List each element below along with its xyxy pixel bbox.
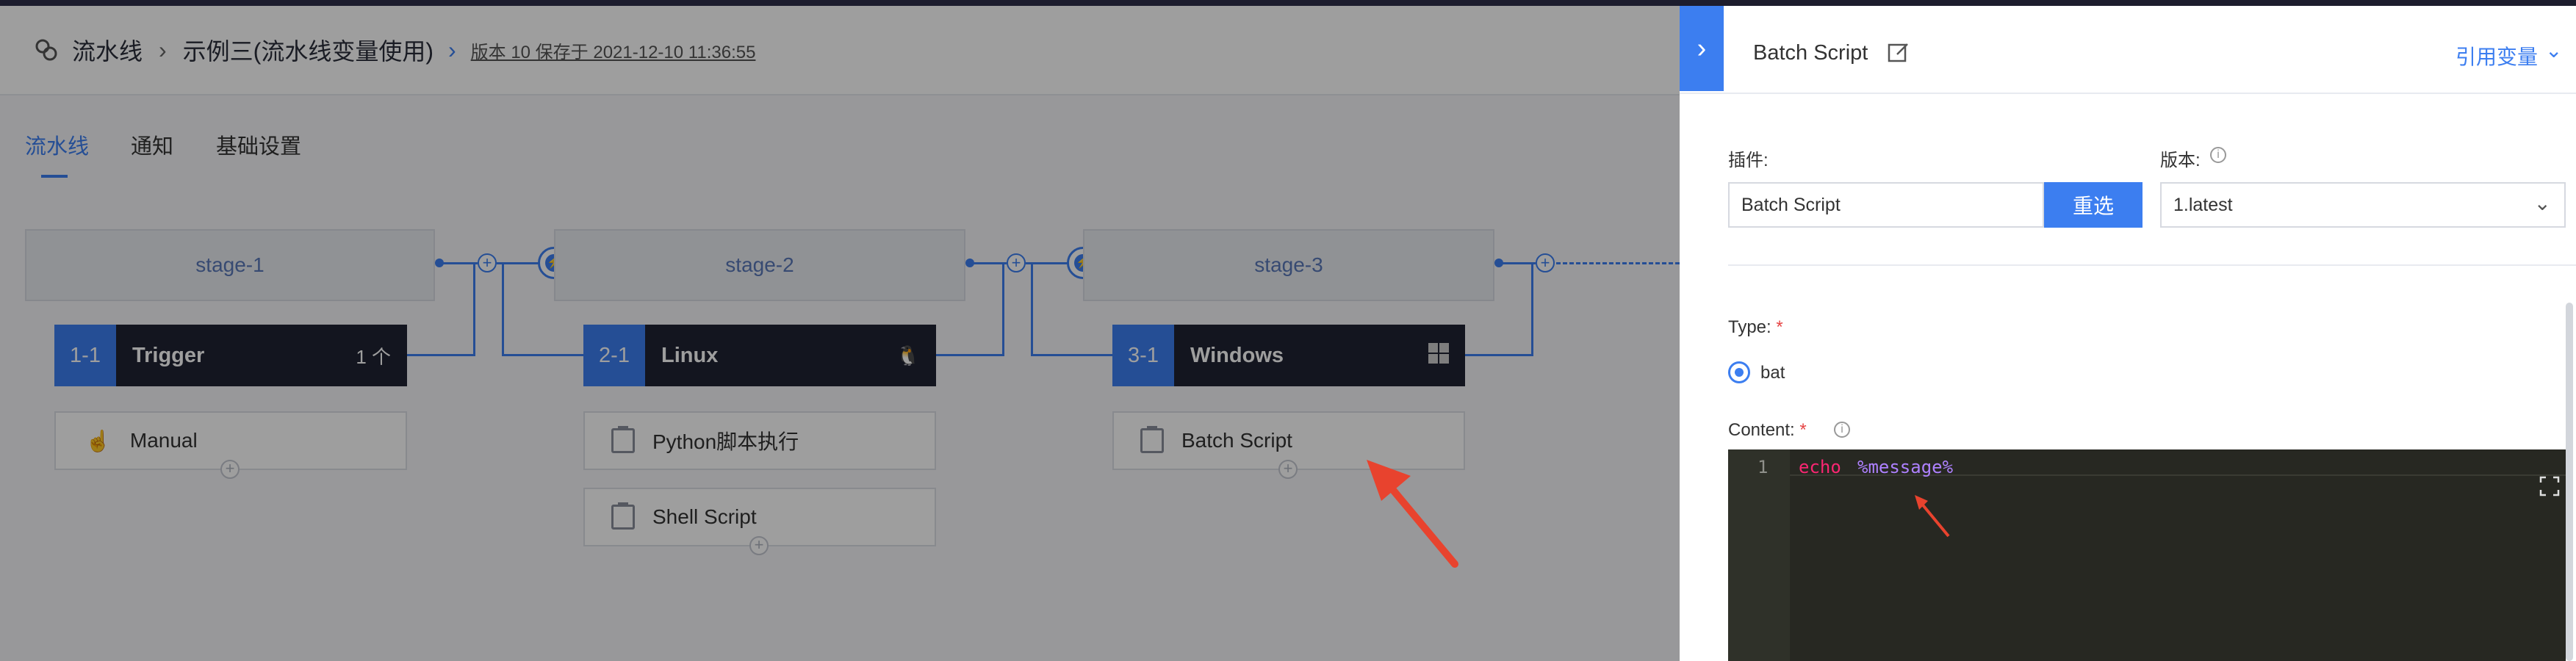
code-editor[interactable]: 1 echo %message% — [1728, 449, 2566, 661]
plugin-label: 插件: — [1728, 151, 1769, 170]
code-variable: %message% — [1857, 457, 1954, 477]
radio-bat[interactable] — [1728, 361, 1750, 383]
reselect-button[interactable]: 重选 — [2044, 182, 2143, 228]
annotation-arrow-icon — [1367, 460, 1458, 568]
fullscreen-icon[interactable] — [2539, 476, 2560, 496]
line-number: 1 — [1757, 457, 1769, 477]
edit-icon[interactable] — [1887, 41, 1910, 65]
type-label: Type: * — [1728, 317, 1783, 337]
annotation-arrow-icon — [1915, 495, 1950, 538]
chevron-down-icon[interactable]: ⌄ — [2545, 38, 2562, 62]
version-select[interactable]: 1.latest ⌄ — [2160, 182, 2566, 228]
collapse-panel-button[interactable]: › — [1680, 6, 1724, 91]
line-gutter — [1728, 449, 1790, 661]
info-icon[interactable]: i — [2210, 147, 2226, 163]
top-bar — [0, 0, 2576, 6]
plugin-side-panel: › Batch Script 引用变量 ⌄ 插件: Batch Script 重… — [1680, 6, 2576, 661]
ref-vars-link[interactable]: 引用变量 — [2456, 41, 2538, 71]
pipeline-editor: 流水线 › 示例三(流水线变量使用) › 版本 10 保存于 2021-12-1… — [0, 6, 1680, 661]
chevron-down-icon: ⌄ — [2533, 192, 2551, 214]
divider — [1728, 264, 2576, 266]
radio-bat-label: bat — [1760, 363, 1785, 383]
panel-scrollbar[interactable] — [2566, 303, 2573, 661]
version-value: 1.latest — [2173, 194, 2233, 215]
content-label: Content: * — [1728, 420, 1807, 440]
code-keyword: echo — [1799, 457, 1841, 477]
panel-title: Batch Script — [1753, 41, 1868, 65]
version-label: 版本: — [2160, 151, 2201, 170]
info-icon[interactable]: i — [1834, 422, 1850, 438]
plugin-field[interactable]: Batch Script — [1728, 182, 2044, 228]
